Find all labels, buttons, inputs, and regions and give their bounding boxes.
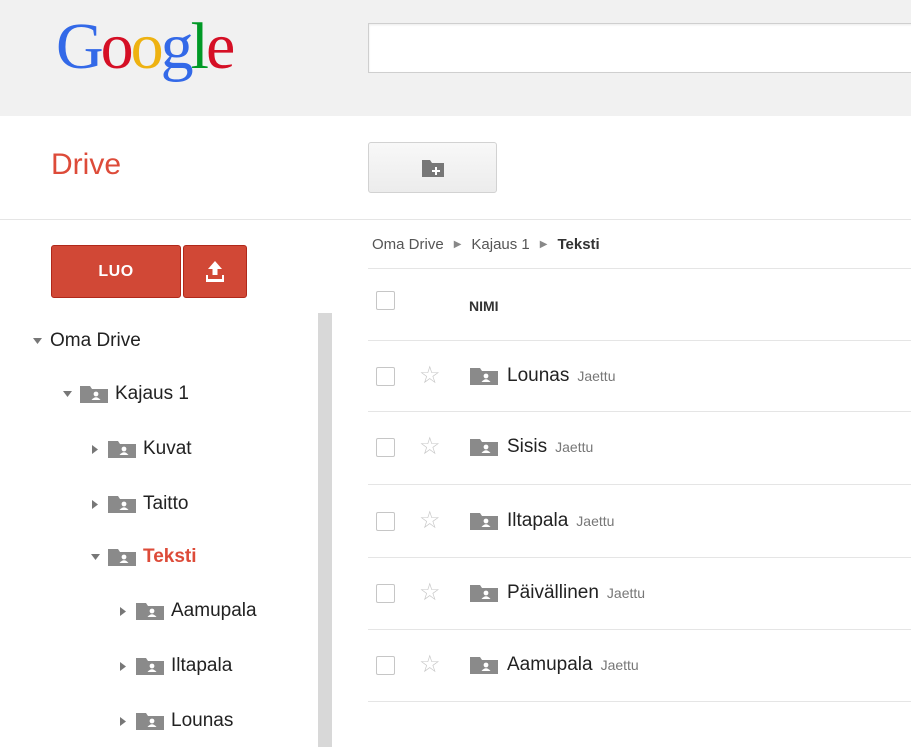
breadcrumb-separator-icon: ▶ (539, 239, 548, 250)
star-icon[interactable]: ☆ (419, 653, 441, 677)
logo-letter: l (190, 10, 209, 83)
logo-letter: o (100, 10, 134, 83)
google-logo[interactable]: Google (56, 10, 235, 83)
search-input[interactable] (368, 23, 911, 73)
file-name[interactable]: Lounas (507, 365, 569, 387)
breadcrumb-item[interactable]: Kajaus 1 (471, 236, 529, 253)
row-divider (368, 701, 911, 702)
caret-right-icon[interactable] (88, 444, 102, 454)
sidebar-item[interactable]: Aamupala (116, 596, 257, 626)
create-button[interactable]: LUO (51, 245, 181, 298)
row-checkbox[interactable] (376, 656, 395, 675)
caret-down-icon[interactable] (30, 338, 44, 344)
sidebar-item[interactable]: Kuvat (88, 434, 192, 464)
caret-right-icon[interactable] (116, 716, 130, 726)
upload-button[interactable] (183, 245, 247, 298)
shared-folder-icon (80, 385, 108, 403)
row-divider (368, 557, 911, 558)
shared-badge: Jaettu (600, 657, 639, 673)
sidebar-item[interactable]: Kajaus 1 (60, 379, 189, 409)
select-all-checkbox[interactable] (376, 291, 395, 310)
divider (368, 340, 911, 341)
sidebar-item-label: Lounas (171, 710, 234, 731)
header-divider (0, 219, 911, 220)
breadcrumb: Oma Drive ▶ Kajaus 1 ▶ Teksti (372, 236, 600, 253)
sidebar-item[interactable]: Lounas (116, 706, 233, 736)
logo-letter: G (56, 10, 104, 83)
new-folder-button[interactable] (368, 142, 497, 193)
table-row[interactable]: Päivällinen Jaettu (470, 582, 645, 604)
caret-right-icon[interactable] (116, 661, 130, 671)
star-icon[interactable]: ☆ (419, 581, 441, 605)
row-checkbox[interactable] (376, 438, 395, 457)
row-divider (368, 411, 911, 412)
shared-badge: Jaettu (555, 439, 594, 455)
table-row[interactable]: Iltapala Jaettu (470, 510, 614, 532)
sidebar-item[interactable]: Taitto (88, 489, 188, 519)
shared-folder-icon (136, 657, 164, 675)
shared-folder-icon (470, 512, 498, 530)
row-divider (368, 629, 911, 630)
breadcrumb-item[interactable]: Oma Drive (372, 236, 444, 253)
shared-folder-icon (136, 712, 164, 730)
caret-right-icon[interactable] (116, 606, 130, 616)
caret-down-icon[interactable] (60, 391, 74, 397)
sidebar-item-label: Iltapala (171, 655, 233, 676)
sidebar-item-label: Kuvat (143, 438, 192, 459)
column-header-name[interactable]: NIMI (469, 298, 499, 314)
shared-badge: Jaettu (606, 585, 646, 601)
shared-folder-icon (470, 584, 498, 602)
row-checkbox[interactable] (376, 367, 395, 386)
sidebar-item-label: Kajaus 1 (115, 383, 189, 404)
star-icon[interactable]: ☆ (419, 435, 441, 459)
shared-folder-icon (470, 367, 498, 385)
star-icon[interactable]: ☆ (419, 364, 441, 388)
sidebar-item-label: Aamupala (171, 600, 257, 621)
shared-folder-icon (470, 656, 498, 674)
row-divider (368, 484, 911, 485)
sidebar-item-label: Oma Drive (50, 330, 141, 351)
sidebar-item[interactable]: Iltapala (116, 651, 232, 681)
shared-folder-icon (108, 440, 136, 458)
shared-folder-icon (108, 495, 136, 513)
table-row[interactable]: Lounas Jaettu (470, 365, 615, 387)
row-checkbox[interactable] (376, 584, 395, 603)
upload-icon (206, 260, 224, 282)
caret-down-icon[interactable] (88, 554, 102, 560)
divider (368, 268, 911, 269)
star-icon[interactable]: ☆ (419, 509, 441, 533)
file-name[interactable]: Päivällinen (507, 582, 599, 604)
table-row[interactable]: Aamupala Jaettu (470, 654, 639, 676)
file-name[interactable]: Iltapala (507, 510, 568, 532)
new-folder-icon (421, 159, 444, 177)
breadcrumb-separator-icon: ▶ (453, 239, 462, 250)
sidebar-item-label: Teksti (143, 546, 197, 567)
sidebar-scrollbar[interactable] (318, 313, 332, 747)
file-name[interactable]: Aamupala (507, 654, 593, 676)
shared-folder-icon (108, 548, 136, 566)
logo-letter: o (130, 10, 164, 83)
logo-letter: g (160, 10, 194, 83)
sidebar-item[interactable]: Teksti (88, 542, 197, 572)
sidebar-item-label: Taitto (143, 493, 189, 514)
shared-badge: Jaettu (577, 368, 616, 384)
sidebar-item[interactable]: Oma Drive (30, 326, 141, 356)
shared-folder-icon (470, 438, 498, 456)
logo-letter: e (206, 10, 235, 83)
breadcrumb-current: Teksti (557, 236, 600, 253)
table-row[interactable]: Sisis Jaettu (470, 436, 593, 458)
app-title: Drive (51, 148, 122, 181)
file-name[interactable]: Sisis (507, 436, 547, 458)
caret-right-icon[interactable] (88, 499, 102, 509)
top-bar: Google (0, 0, 911, 116)
row-checkbox[interactable] (376, 512, 395, 531)
shared-folder-icon (136, 602, 164, 620)
shared-badge: Jaettu (576, 513, 615, 529)
